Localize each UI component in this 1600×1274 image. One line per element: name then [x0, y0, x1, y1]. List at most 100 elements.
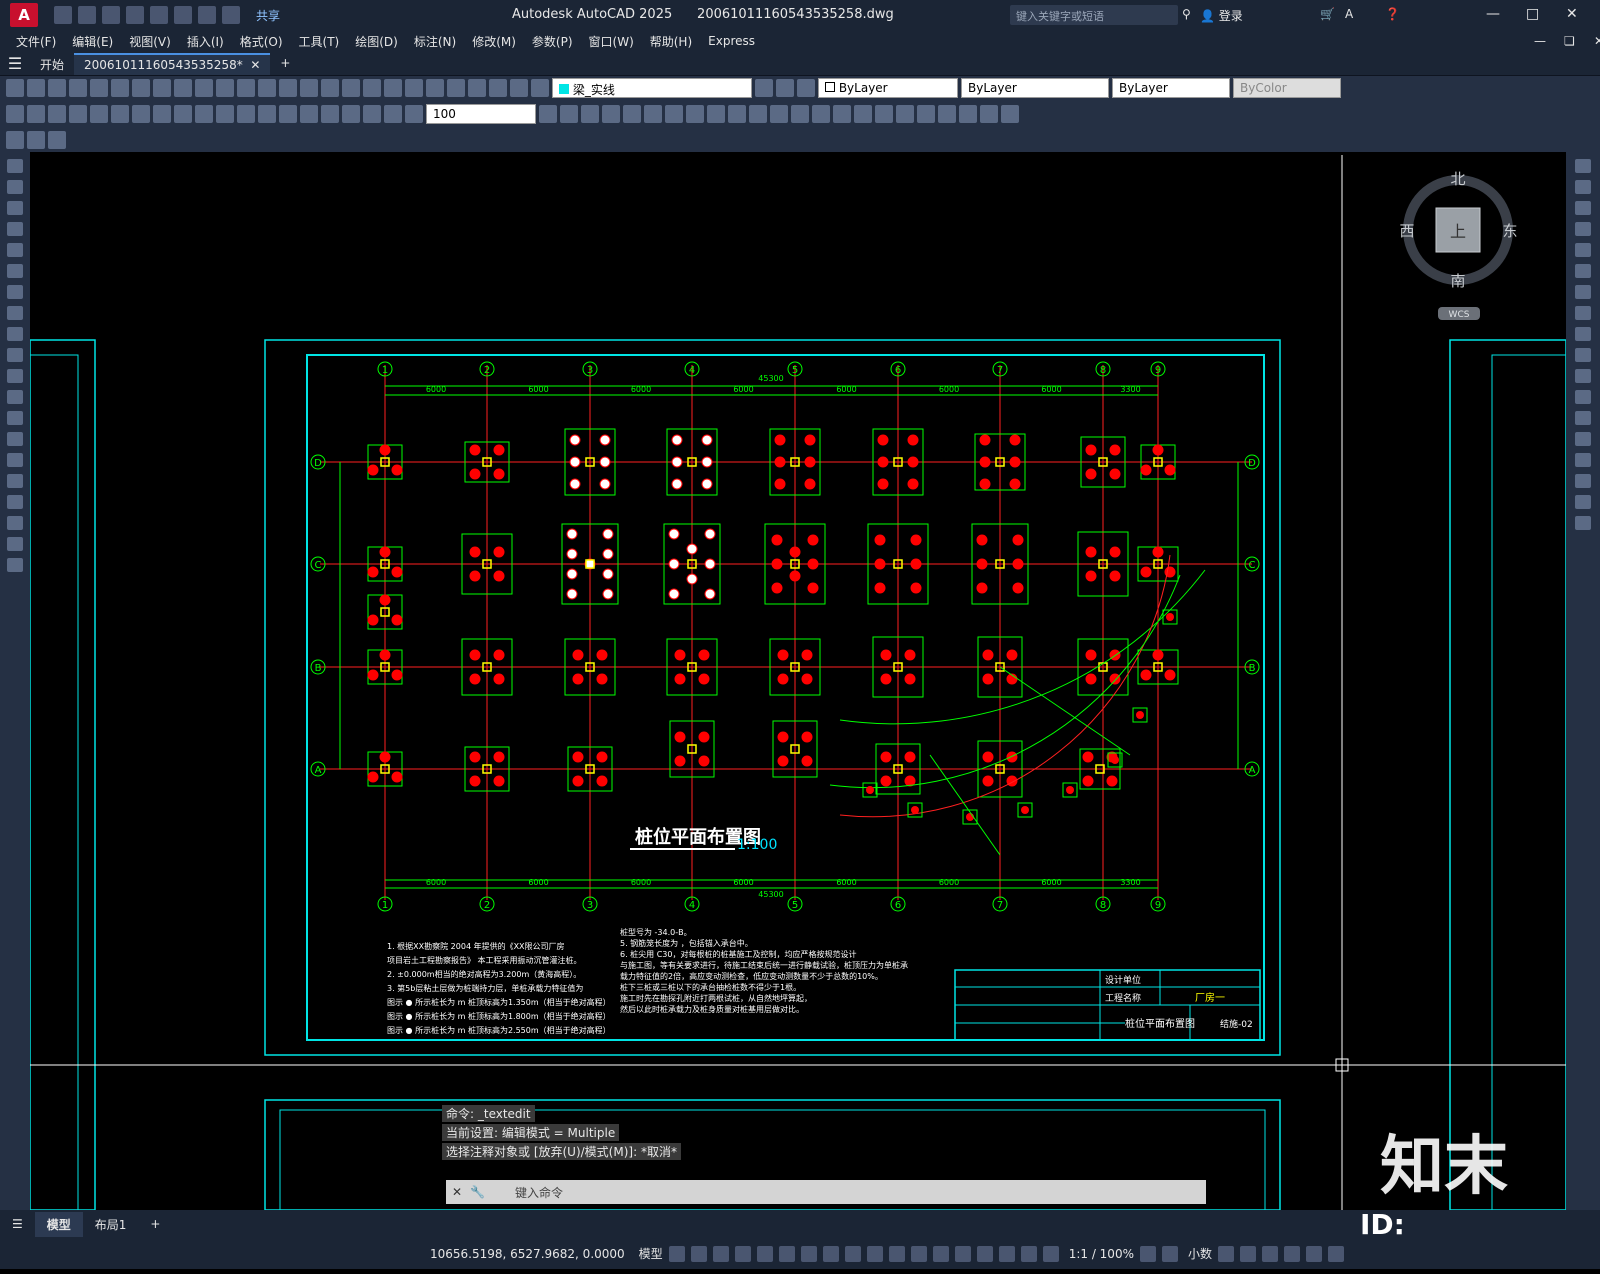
dim-edit-icon[interactable]: [363, 105, 381, 123]
layer-properties-icon[interactable]: [489, 79, 507, 97]
fillet-icon[interactable]: [1575, 474, 1591, 488]
tool-palettes-icon[interactable]: [384, 79, 402, 97]
lock-ui-icon[interactable]: [1240, 1245, 1256, 1262]
mtext-icon[interactable]: [7, 537, 23, 551]
ucs-3point-icon[interactable]: [728, 105, 746, 123]
viewcube-north-label[interactable]: 北: [1450, 170, 1465, 188]
copy-object-icon[interactable]: [1575, 180, 1591, 194]
table-icon[interactable]: [7, 516, 23, 530]
annotation-scale[interactable]: 1:1 / 100%: [1069, 1247, 1134, 1261]
view-bottom-icon[interactable]: [875, 105, 893, 123]
tab-model[interactable]: 模型: [34, 1211, 83, 1237]
selection-filter-icon[interactable]: [976, 1245, 993, 1262]
viewcube[interactable]: 上 北 南 东 西 WCS: [1398, 160, 1518, 320]
sun-icon[interactable]: [531, 79, 549, 97]
join-icon[interactable]: [1575, 432, 1591, 446]
new-file-icon[interactable]: [54, 6, 72, 24]
undo-icon[interactable]: [198, 6, 216, 24]
dynamic-input-icon[interactable]: [734, 1245, 751, 1262]
minimize-icon[interactable]: —: [1486, 6, 1500, 22]
insert-block-icon[interactable]: [7, 390, 23, 404]
save-icon[interactable]: [102, 6, 120, 24]
snap-icon[interactable]: [690, 1245, 707, 1262]
annotation-monitor-icon[interactable]: [1161, 1245, 1178, 1262]
rectangle-icon[interactable]: [7, 243, 23, 257]
zoom-realtime-icon[interactable]: [279, 79, 297, 97]
redo-icon[interactable]: [237, 79, 255, 97]
close-icon[interactable]: ✕: [1566, 6, 1578, 22]
scale-icon[interactable]: [1575, 306, 1591, 320]
share-button[interactable]: 共享: [256, 7, 280, 24]
calculator-icon[interactable]: [447, 79, 465, 97]
drawing-canvas[interactable]: 1 1 2 2 3 3 4 4 5 5 6 6 7 7 8 8 9 9 D D C C B B A A 45300 45300 6000…: [30, 155, 1566, 1210]
point-icon[interactable]: [7, 432, 23, 446]
infer-constraints-icon[interactable]: [712, 1245, 729, 1262]
viewcube-west-label[interactable]: 西: [1399, 222, 1414, 240]
drawing-svg[interactable]: 1 1 2 2 3 3 4 4 5 5 6 6 7 7 8 8 9 9 D D C C B B A A 45300 45300 6000…: [30, 155, 1566, 1210]
view-front-icon[interactable]: [938, 105, 956, 123]
save-icon[interactable]: [48, 79, 66, 97]
menu-dimension[interactable]: 标注(N): [414, 33, 456, 50]
add-selected-icon[interactable]: [7, 558, 23, 572]
viewcube-east-label[interactable]: 东: [1502, 222, 1517, 240]
ucs-face-icon[interactable]: [623, 105, 641, 123]
explode-icon[interactable]: [1575, 516, 1591, 530]
circle-icon[interactable]: [7, 285, 23, 299]
named-ucs-icon[interactable]: [833, 105, 851, 123]
tab-start[interactable]: 开始: [30, 53, 74, 75]
command-input[interactable]: 键入命令: [515, 1184, 563, 1201]
web-mobile-icon[interactable]: [150, 6, 168, 24]
cart-icon[interactable]: 🛒: [1320, 7, 1335, 21]
menu-draw[interactable]: 绘图(D): [355, 33, 398, 50]
menu-express[interactable]: Express: [708, 34, 755, 48]
menu-window[interactable]: 窗口(W): [589, 33, 634, 50]
new-tab-button[interactable]: +: [270, 53, 300, 75]
arc-length-icon[interactable]: [48, 105, 66, 123]
search-input[interactable]: 键入关键字或短语: [1010, 5, 1178, 25]
menu-parametric[interactable]: 参数(P): [532, 33, 573, 50]
ellipse-icon[interactable]: [7, 348, 23, 362]
view-iso-icon[interactable]: [980, 105, 998, 123]
open-icon[interactable]: [27, 79, 45, 97]
customization-icon[interactable]: [1328, 1245, 1344, 1262]
command-customize-icon[interactable]: 🔧: [470, 1185, 485, 1199]
view-back-icon[interactable]: [959, 105, 977, 123]
save-as-icon[interactable]: [126, 6, 144, 24]
match-prop-icon[interactable]: [195, 79, 213, 97]
ortho-icon[interactable]: [756, 1245, 773, 1262]
layout-menu-icon[interactable]: ☰: [0, 1213, 35, 1235]
menu-file[interactable]: 文件(F): [16, 33, 56, 50]
viewcube-svg[interactable]: 上 北 南 东 西 WCS: [1398, 160, 1518, 320]
menu-modify[interactable]: 修改(M): [472, 33, 516, 50]
menu-help[interactable]: 帮助(H): [650, 33, 692, 50]
doc-restore-icon[interactable]: ❏: [1564, 34, 1575, 48]
hatch-icon[interactable]: [7, 453, 23, 467]
object-snap-tracking-icon[interactable]: [822, 1245, 839, 1262]
spline-icon[interactable]: [7, 327, 23, 341]
dynamic-ucs-icon[interactable]: [954, 1245, 971, 1262]
markup-icon[interactable]: [426, 79, 444, 97]
inspection-icon[interactable]: [321, 105, 339, 123]
ucs-previous-icon[interactable]: [602, 105, 620, 123]
bulb-icon[interactable]: [510, 79, 528, 97]
help-icon[interactable]: ❓: [1385, 7, 1400, 21]
baseline-dim-icon[interactable]: [195, 105, 213, 123]
revision-cloud-icon[interactable]: [7, 306, 23, 320]
array-icon[interactable]: [1575, 243, 1591, 257]
diameter-dim-icon[interactable]: [132, 105, 150, 123]
help-icon[interactable]: [468, 79, 486, 97]
units-display[interactable]: 小数: [1188, 1245, 1212, 1262]
3d-osnap-icon[interactable]: [932, 1245, 949, 1262]
dim-space-icon[interactable]: [237, 105, 255, 123]
view-top-icon[interactable]: [854, 105, 872, 123]
cut-icon[interactable]: [132, 79, 150, 97]
grid-icon[interactable]: [668, 1245, 685, 1262]
ucs-object-icon[interactable]: [644, 105, 662, 123]
break-at-point-icon[interactable]: [1575, 390, 1591, 404]
pan-icon[interactable]: [258, 79, 276, 97]
region-icon[interactable]: [7, 495, 23, 509]
arc-icon[interactable]: [7, 264, 23, 278]
rotate-icon[interactable]: [1575, 285, 1591, 299]
tab-close-icon[interactable]: ✕: [247, 58, 260, 72]
stretch-icon[interactable]: [1575, 327, 1591, 341]
